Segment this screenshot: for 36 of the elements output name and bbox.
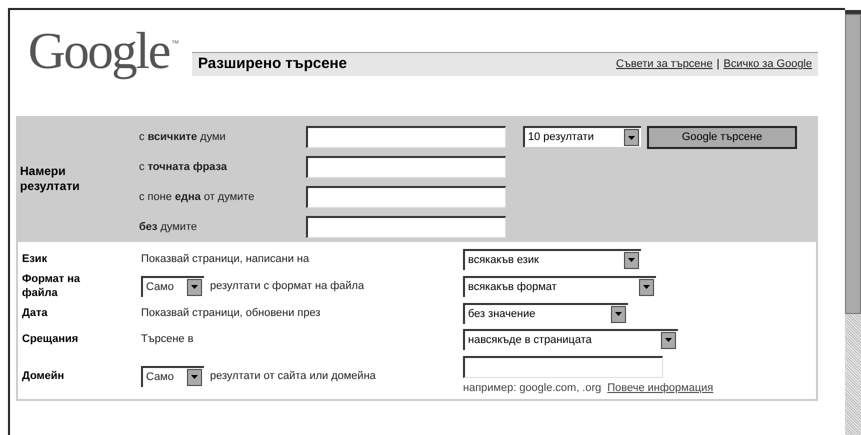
- dropdown[interactable]: 10 резултати: [523, 126, 641, 147]
- header-link[interactable]: Всичко за Google: [723, 56, 812, 73]
- field-label: с всичките думи: [139, 130, 227, 145]
- text-field[interactable]: [306, 156, 506, 178]
- logo: Google: [28, 22, 170, 82]
- dropdown[interactable]: Само: [141, 276, 204, 296]
- trademark-mark: ™: [171, 38, 180, 50]
- dropdown[interactable]: навсякъде в страницата: [463, 328, 678, 350]
- field-label: с поне една от думите: [139, 190, 256, 205]
- more-info-link[interactable]: Повече информация: [607, 380, 714, 396]
- text-field[interactable]: [306, 186, 506, 208]
- search-button[interactable]: Google търсене: [647, 126, 797, 149]
- option-text: резултати от сайта или домейна: [210, 369, 376, 384]
- separator: |: [716, 57, 720, 72]
- option-label: Формат на файла: [22, 272, 81, 300]
- option-text: Търсене в: [141, 332, 194, 347]
- field-label: без думите: [139, 220, 198, 235]
- field-label: с точната фраза: [139, 160, 228, 175]
- hint-text: например: google.com, .org: [463, 381, 602, 396]
- dropdown[interactable]: без значение: [463, 302, 628, 324]
- page-title: Разширено търсене: [198, 54, 347, 74]
- option-label: Дата: [22, 306, 48, 320]
- option-text: Показвай страници, написани на: [141, 252, 310, 267]
- dropdown[interactable]: всякакъв формат: [463, 276, 656, 296]
- option-label: Срещания: [22, 332, 80, 346]
- text-field[interactable]: [306, 126, 506, 148]
- dropdown[interactable]: Само: [141, 366, 204, 387]
- option-label: Домейн: [22, 369, 66, 384]
- text-field[interactable]: [463, 356, 663, 378]
- option-text: Показвай страници, обновени през: [141, 306, 320, 321]
- header-link[interactable]: Съвети за търсене: [616, 56, 713, 73]
- option-label: Език: [22, 252, 48, 266]
- text-field[interactable]: [306, 216, 506, 238]
- section-label: Намери резултати: [20, 164, 81, 194]
- dropdown[interactable]: всякакъв език: [463, 248, 641, 270]
- option-text: резултати с формат на файла: [210, 278, 364, 294]
